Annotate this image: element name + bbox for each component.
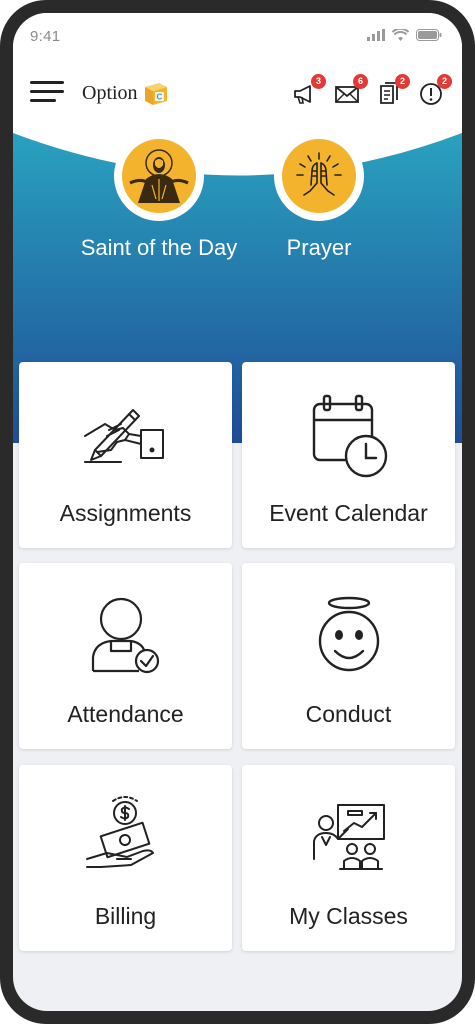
conduct-tile[interactable]: Conduct: [242, 563, 455, 749]
writing-hand-icon: [83, 409, 164, 463]
alerts-badge: 2: [437, 74, 452, 89]
documents-button[interactable]: 2: [376, 74, 410, 107]
saint-of-the-day-button[interactable]: Saint of the Day: [71, 131, 247, 261]
signal-icon: [367, 29, 385, 41]
saint-icon: [122, 139, 196, 213]
battery-icon: [416, 29, 442, 41]
assignments-tile[interactable]: Assignments: [19, 362, 232, 548]
billing-label: Billing: [94, 903, 157, 929]
wifi-icon: [392, 29, 409, 41]
alerts-button[interactable]: 2: [418, 74, 452, 107]
documents-badge: 2: [395, 74, 410, 89]
cube-logo-icon: C: [144, 83, 167, 105]
saint-of-the-day-label: Saint of the Day: [80, 235, 238, 260]
status-bar: 9:41: [13, 13, 462, 57]
billing-tile[interactable]: Billing: [19, 765, 232, 951]
brand-logo: Option C: [82, 79, 169, 107]
brand-mark: C: [156, 93, 162, 102]
attendance-tile[interactable]: Attendance: [19, 563, 232, 749]
announcements-badge: 3: [311, 74, 326, 89]
calendar-clock-icon: [312, 394, 387, 478]
my-classes-tile[interactable]: My Classes: [242, 765, 455, 951]
brand-name: Option: [82, 81, 138, 104]
header-actions: 3 6 2 2: [292, 74, 452, 107]
prayer-label: Prayer: [286, 235, 352, 260]
person-check-icon: [91, 597, 159, 674]
assignments-label: Assignments: [59, 500, 192, 526]
my-classes-label: My Classes: [289, 903, 408, 929]
conduct-label: Conduct: [305, 701, 392, 727]
hand-money-icon: [85, 796, 154, 868]
event-calendar-label: Event Calendar: [269, 500, 428, 526]
attendance-label: Attendance: [67, 701, 184, 727]
device-frame: 9:41 Option C 3 6 2 2 Saint of the Day P…: [0, 0, 475, 1024]
event-calendar-tile[interactable]: Event Calendar: [242, 362, 455, 548]
app-screen: 9:41 Option C 3 6 2 2 Saint of the Day P…: [13, 13, 462, 1011]
announcements-button[interactable]: 3: [292, 74, 326, 107]
praying-hands-icon: [282, 139, 356, 213]
status-time: 9:41: [30, 28, 61, 45]
messages-badge: 6: [353, 74, 368, 89]
hamburger-menu-button[interactable]: [30, 81, 64, 105]
classroom-icon: [312, 804, 385, 870]
prayer-button[interactable]: Prayer: [259, 131, 379, 261]
angel-face-icon: [318, 596, 379, 672]
messages-button[interactable]: 6: [334, 74, 368, 107]
